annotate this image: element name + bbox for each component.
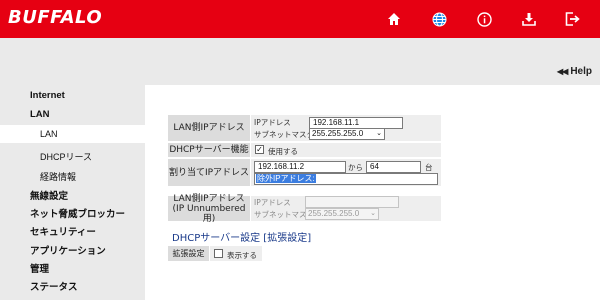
top-header: BUFFALO [0, 0, 600, 38]
unnumbered-ip-label: IPアドレス [254, 198, 291, 207]
sidebar-item-status[interactable]: ステータス [0, 279, 145, 297]
help-label: Help [570, 66, 592, 77]
unnumbered-mask-select[interactable]: 255.255.255.0 ⌄ [305, 208, 379, 220]
sidebar-item-internet[interactable]: Internet [0, 87, 145, 105]
unnumbered-mask-value: 255.255.255.0 [308, 209, 360, 218]
buffalo-logo: BUFFALO [8, 7, 103, 28]
exclude-ip-label: 除外IPアドレス: [256, 174, 316, 183]
dhcp-ext-label: 拡張設定 [168, 246, 209, 261]
unnumbered-label-line1: LAN側IPアドレス [173, 193, 245, 204]
sidebar-item-applications[interactable]: アプリケーション [0, 243, 145, 261]
logout-icon[interactable] [562, 9, 582, 29]
double-left-arrow-icon: ◀◀ [557, 67, 568, 76]
sidebar-item-route-info[interactable]: 経路情報 [0, 168, 145, 186]
unnumbered-label: LAN側IPアドレス (IP Unnumbered用) [168, 193, 250, 224]
chevron-down-icon: ⌄ [370, 210, 376, 217]
exclude-ip-input[interactable]: 除外IPアドレス: [254, 173, 438, 185]
sidebar-item-dhcp-lease[interactable]: DHCPリース [0, 148, 145, 166]
sidebar-item-lan[interactable]: LAN [0, 106, 145, 124]
assign-unit-text: 台 [425, 163, 433, 172]
assign-start-ip-input[interactable]: 192.168.11.2 [254, 161, 346, 173]
help-link[interactable]: ◀◀ Help [557, 66, 592, 77]
dhcp-ext-show-checkbox[interactable] [214, 249, 223, 258]
sidebar-item-admin[interactable]: 管理 [0, 261, 145, 279]
info-icon[interactable] [474, 9, 494, 29]
globe-icon[interactable] [429, 9, 449, 29]
sidebar-item-threat-blocker[interactable]: ネット脅威ブロッカー [0, 206, 145, 224]
lan-subnet-mask-value: 255.255.255.0 [312, 129, 364, 138]
dhcp-enable-checkbox[interactable]: ✓ [255, 145, 264, 154]
dhcp-server-label: DHCPサーバー機能 [168, 143, 250, 157]
lan-subnet-mask-select[interactable]: 255.255.255.0 ⌄ [309, 128, 385, 140]
dhcp-ext-section-title: DHCPサーバー設定 [拡張設定] [172, 233, 312, 244]
assign-from-text: から [348, 163, 363, 172]
unnumbered-label-line2: (IP Unnumbered用) [172, 203, 246, 224]
sidebar-item-lan-sub[interactable]: LAN [0, 125, 145, 143]
unnumbered-ip-input[interactable] [305, 196, 399, 208]
download-icon[interactable] [519, 9, 539, 29]
sidebar-item-wireless[interactable]: 無線設定 [0, 188, 145, 206]
assign-ip-label: 割り当てIPアドレス [168, 159, 250, 186]
lan-subnet-mask-label: サブネットマスク [254, 130, 314, 139]
home-icon[interactable] [384, 9, 404, 29]
lan-ip-label: LAN側IPアドレス [168, 115, 250, 141]
dhcp-enable-label: 使用する [268, 147, 298, 156]
chevron-down-icon: ⌄ [376, 130, 382, 137]
assign-count-input[interactable]: 64 [366, 161, 421, 173]
sidebar-item-security[interactable]: セキュリティー [0, 224, 145, 242]
dhcp-ext-show-label: 表示する [227, 251, 257, 260]
lan-ip-address-label: IPアドレス [254, 118, 291, 127]
